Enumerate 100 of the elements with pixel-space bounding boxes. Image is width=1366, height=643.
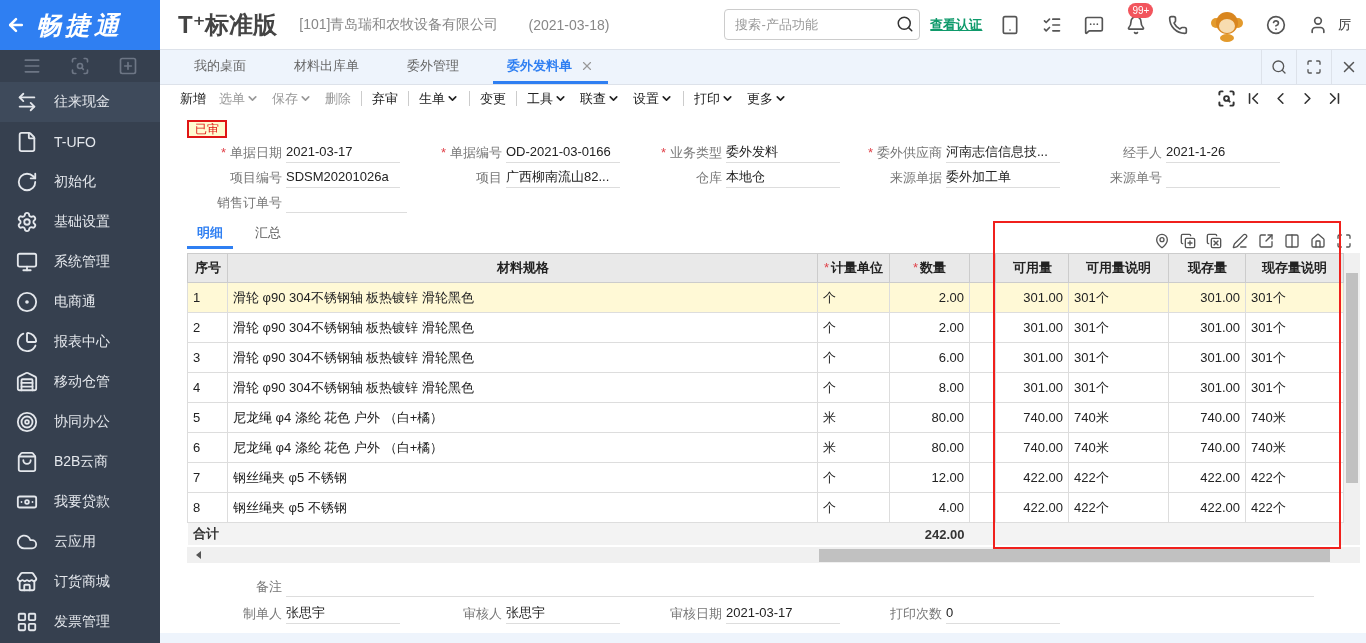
detail-tab[interactable]: 明细 xyxy=(187,224,233,249)
sidebar-item[interactable]: 电商通 xyxy=(0,282,160,322)
help-icon[interactable] xyxy=(1266,14,1287,35)
sidebar-item[interactable]: 报表中心 xyxy=(0,322,160,362)
column-header[interactable]: 序号 xyxy=(187,253,228,283)
table-cell: 4 xyxy=(187,372,228,403)
locate-icon[interactable] xyxy=(1217,88,1236,108)
tab[interactable]: 材料出库单 xyxy=(280,50,373,84)
company-name: [101]青岛瑞和农牧设备有限公司 xyxy=(299,15,499,34)
message-icon[interactable] xyxy=(1084,14,1105,35)
field-value[interactable]: 广西柳南流山82... xyxy=(506,167,620,188)
horizontal-scrollbar[interactable] xyxy=(187,547,1360,563)
table-cell: 3 xyxy=(187,342,228,373)
status-badge: 已审 xyxy=(187,120,227,138)
table-cell: 8 xyxy=(187,492,228,523)
sidebar-item[interactable]: 移动仓管 xyxy=(0,362,160,402)
sidebar-item[interactable]: 协同办公 xyxy=(0,402,160,442)
toolbar-button[interactable]: 联查 xyxy=(580,90,631,106)
columns-icon[interactable] xyxy=(1284,233,1300,249)
expand-icon[interactable] xyxy=(1336,233,1352,249)
sidebar-item[interactable]: 系统管理 xyxy=(0,242,160,282)
table-cell: 个 xyxy=(817,462,890,493)
sidebar-item[interactable]: 初始化 xyxy=(0,162,160,202)
toolbar-button[interactable]: 新增 xyxy=(180,90,217,106)
tab[interactable]: 委外管理 xyxy=(393,50,473,84)
tablet-icon[interactable] xyxy=(1000,14,1021,35)
target-icon xyxy=(16,411,38,433)
table-cell: 422个 xyxy=(1245,492,1344,523)
pin-icon[interactable] xyxy=(1154,233,1170,249)
field-value[interactable]: OD-2021-03-0166 xyxy=(506,142,620,163)
table-cell: 5 xyxy=(187,402,228,433)
back-icon[interactable] xyxy=(6,15,26,35)
sidebar-item[interactable]: 我要贷款 xyxy=(0,482,160,522)
warehouse-icon xyxy=(16,371,38,393)
table-cell: 301个 xyxy=(1068,342,1169,373)
field-value[interactable]: 2021-1-26 xyxy=(1166,142,1280,163)
detail-tab[interactable]: 汇总 xyxy=(245,224,291,249)
sidebar-item[interactable]: B2B云商 xyxy=(0,442,160,482)
column-header[interactable]: 现存量 xyxy=(1168,253,1246,283)
toolbar-button[interactable]: 变更 xyxy=(480,90,517,106)
sidebar-item[interactable]: 发票管理 xyxy=(0,602,160,642)
toolbar-button[interactable]: 更多 xyxy=(747,90,798,106)
table-cell: 6.00 xyxy=(889,342,970,373)
user-name[interactable]: 厉 xyxy=(1338,15,1352,34)
toolbar-button[interactable]: 工具 xyxy=(527,90,578,106)
field-value[interactable]: 张思宇 xyxy=(506,603,620,624)
table-cell: 301.00 xyxy=(995,372,1069,403)
field-label: 审核人 xyxy=(462,605,502,623)
maximize-icon[interactable] xyxy=(1306,59,1322,75)
toolbar-button[interactable]: 设置 xyxy=(633,90,684,106)
toolbar-button[interactable]: 弃审 xyxy=(372,90,409,106)
field-label: 项目编号 xyxy=(229,169,282,187)
column-header[interactable]: 材料规格 xyxy=(227,253,818,283)
certification-link[interactable]: 查看认证 xyxy=(930,15,983,34)
search-field[interactable]: 搜索-产品功能 xyxy=(724,9,921,40)
table-cell: 个 xyxy=(817,492,890,523)
copy-delete-icon[interactable] xyxy=(1206,233,1222,249)
product-title: T⁺标准版 xyxy=(178,9,278,40)
export-icon[interactable] xyxy=(1258,233,1274,249)
field-label: 来源单号 xyxy=(1109,169,1162,187)
table-cell: 钢丝绳夹 φ5 不锈钢 xyxy=(227,462,818,493)
sidebar-item[interactable]: 基础设置 xyxy=(0,202,160,242)
field-value[interactable]: SDSM20201026a xyxy=(286,167,400,188)
column-header[interactable]: *计量单位 xyxy=(817,253,890,283)
field-value[interactable]: 2021-03-17 xyxy=(726,603,840,624)
table-cell: 301个 xyxy=(1245,342,1344,373)
field-value[interactable]: 委外加工单 xyxy=(946,167,1060,188)
field-value[interactable]: 0 xyxy=(946,603,1060,624)
column-header[interactable]: 可用量说明 xyxy=(1068,253,1169,283)
logo-text: 畅捷通 xyxy=(36,9,123,41)
field-value[interactable]: 张思宇 xyxy=(286,603,400,624)
field-value[interactable]: 本地仓 xyxy=(726,167,840,188)
sidebar-item[interactable]: T-UFO xyxy=(0,122,160,162)
sidebar-item[interactable]: 云应用 xyxy=(0,522,160,562)
table-cell: 米 xyxy=(817,432,890,463)
search-icon[interactable] xyxy=(896,15,915,33)
pen-icon[interactable] xyxy=(1232,233,1248,249)
table-cell: 301个 xyxy=(1245,372,1344,403)
table-cell: 422个 xyxy=(1068,492,1169,523)
field-value[interactable]: 2021-03-17 xyxy=(286,142,400,163)
toolbar-button[interactable]: 打印 xyxy=(694,90,745,106)
pie-chart-icon xyxy=(16,331,38,353)
toolbar-button[interactable]: 生单 xyxy=(419,90,470,106)
column-header[interactable]: *数量 xyxy=(889,253,970,283)
phone-icon[interactable] xyxy=(1168,14,1189,35)
tab[interactable]: 我的桌面 xyxy=(180,50,260,84)
copy-add-icon[interactable] xyxy=(1180,233,1196,249)
column-header[interactable]: 可用量 xyxy=(995,253,1069,283)
table-cell: 740.00 xyxy=(1168,402,1246,433)
house-icon[interactable] xyxy=(1310,233,1326,249)
vertical-scrollbar[interactable] xyxy=(1344,253,1360,545)
table-cell: 301个 xyxy=(1068,282,1169,313)
field-value[interactable]: 委外发料 xyxy=(726,142,840,163)
required-mark: * xyxy=(220,144,226,162)
column-header[interactable]: 现存量说明 xyxy=(1245,253,1344,283)
field-value[interactable]: 河南志信信息技... xyxy=(946,142,1060,163)
sidebar-item[interactable]: 订货商城 xyxy=(0,562,160,602)
sidebar-item[interactable]: 往来现金 xyxy=(0,82,160,122)
search-icon[interactable] xyxy=(1271,59,1287,75)
bag-icon xyxy=(16,451,38,473)
